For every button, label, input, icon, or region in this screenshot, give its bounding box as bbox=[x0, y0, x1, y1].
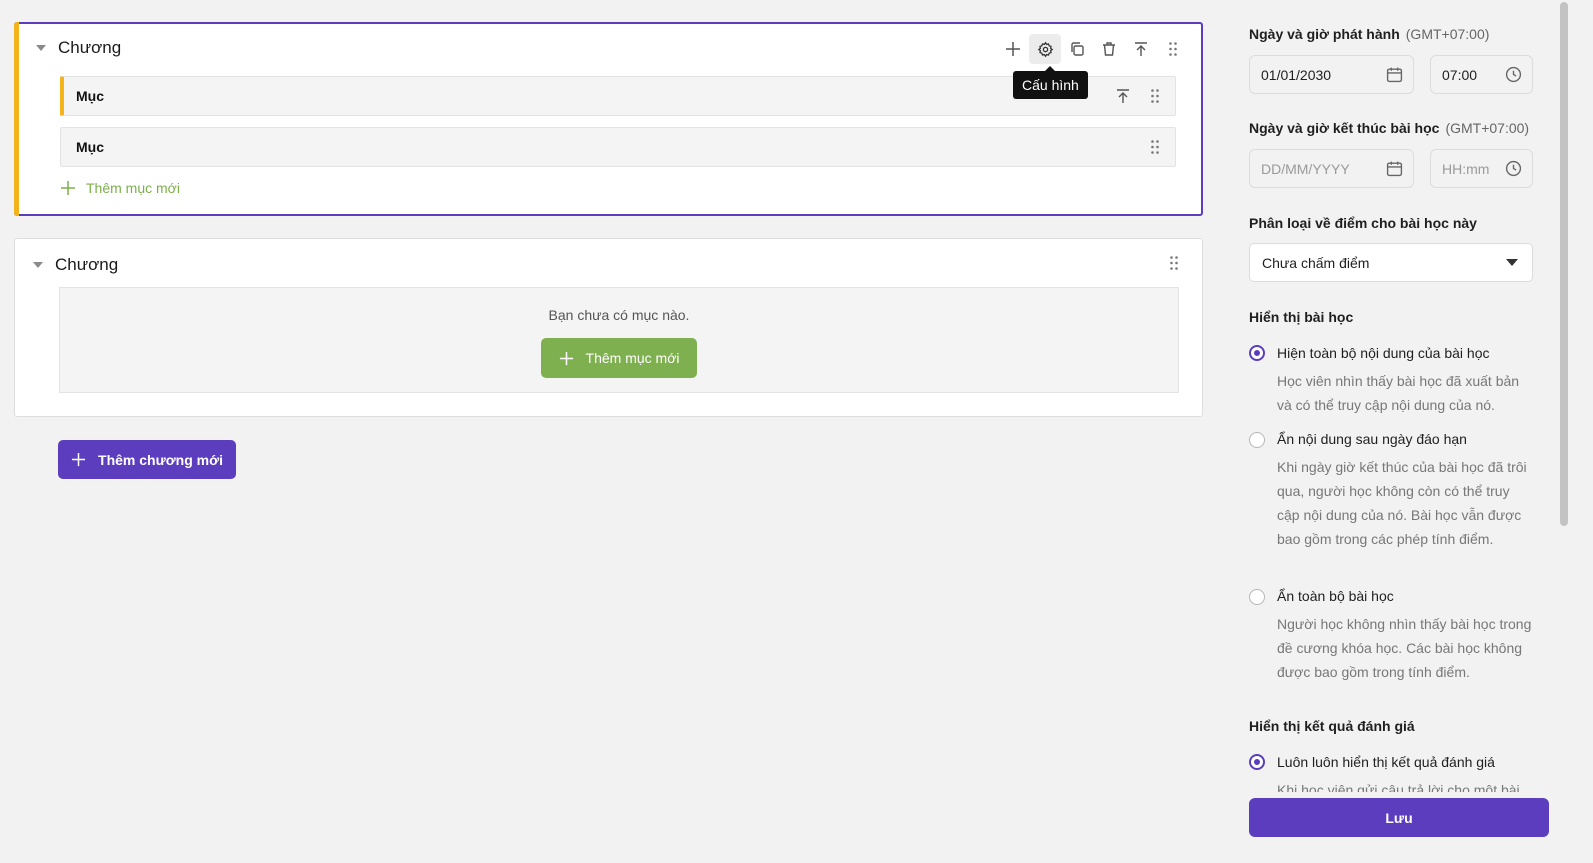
add-item-button[interactable]: Thêm mục mới bbox=[541, 338, 697, 378]
item-toolbar bbox=[1139, 132, 1171, 162]
release-date-field[interactable]: 01/01/2030 bbox=[1249, 55, 1414, 94]
release-timezone: (GMT+07:00) bbox=[1405, 26, 1490, 42]
release-label-text: Ngày và giờ phát hành bbox=[1249, 26, 1400, 42]
plus-icon bbox=[559, 351, 573, 365]
end-time-placeholder: HH:mm bbox=[1442, 160, 1490, 177]
move-to-top-icon[interactable] bbox=[1107, 81, 1139, 111]
add-chapter-label: Thêm chương mới bbox=[98, 451, 223, 468]
grading-value: Chưa chấm điểm bbox=[1262, 254, 1370, 271]
release-time-value: 07:00 bbox=[1442, 66, 1478, 83]
collapse-caret-icon[interactable] bbox=[33, 262, 43, 268]
plus-icon bbox=[61, 181, 75, 195]
item-label: Mục bbox=[76, 139, 104, 155]
list-item[interactable]: Mục bbox=[60, 127, 1176, 167]
results-option-desc: Khi học viên gửi câu trả lời cho một bài bbox=[1277, 782, 1520, 792]
release-date-value: 01/01/2030 bbox=[1261, 66, 1332, 83]
visibility-option-title[interactable]: Ẩn toàn bộ bài học bbox=[1277, 588, 1394, 604]
trash-icon[interactable] bbox=[1093, 34, 1125, 64]
chapter-toolbar bbox=[1158, 248, 1190, 278]
settings-panel: Ngày và giờ phát hành (GMT+07:00) 01/01/2… bbox=[1249, 0, 1539, 792]
add-item-label: Thêm mục mới bbox=[86, 180, 180, 196]
drag-handle-icon[interactable] bbox=[1158, 248, 1190, 278]
visibility-option-desc: Học viên nhìn thấy bài học đã xuất bản v… bbox=[1277, 373, 1520, 413]
chevron-down-icon bbox=[1506, 259, 1518, 266]
settings-tooltip: Cấu hình bbox=[1013, 66, 1088, 99]
release-label: Ngày và giờ phát hành (GMT+07:00) bbox=[1249, 26, 1489, 42]
add-icon[interactable] bbox=[997, 34, 1029, 64]
visibility-option-title[interactable]: Hiện toàn bộ nội dung của bài học bbox=[1277, 345, 1490, 361]
calendar-icon[interactable] bbox=[1386, 66, 1403, 83]
visibility-radio-show-all[interactable] bbox=[1249, 345, 1265, 361]
item-label: Mục bbox=[76, 88, 104, 104]
end-time-field[interactable]: HH:mm bbox=[1430, 149, 1533, 188]
chapter-card: Chương Mục Mục Thêm mục mới bbox=[14, 22, 1203, 216]
drag-handle-icon[interactable] bbox=[1139, 132, 1171, 162]
plus-icon bbox=[71, 452, 86, 467]
visibility-label: Hiển thị bài học bbox=[1249, 309, 1354, 325]
chapter-title[interactable]: Chương bbox=[55, 255, 118, 275]
list-item[interactable]: Mục bbox=[60, 76, 1176, 116]
add-chapter-button[interactable]: Thêm chương mới bbox=[58, 440, 236, 479]
visibility-radio-hide-all[interactable] bbox=[1249, 589, 1265, 605]
grading-select[interactable]: Chưa chấm điểm bbox=[1249, 243, 1533, 282]
end-date-field[interactable]: DD/MM/YYYY bbox=[1249, 149, 1414, 188]
add-item-link[interactable]: Thêm mục mới bbox=[60, 180, 180, 196]
chapter-header: Chương bbox=[36, 38, 121, 58]
collapse-caret-icon[interactable] bbox=[36, 45, 46, 51]
end-timezone: (GMT+07:00) bbox=[1445, 120, 1530, 136]
gear-icon[interactable] bbox=[1029, 34, 1061, 64]
release-time-field[interactable]: 07:00 bbox=[1430, 55, 1533, 94]
results-option-title[interactable]: Luôn luôn hiển thị kết quả đánh giá bbox=[1277, 754, 1495, 770]
visibility-option-desc: Khi ngày giờ kết thúc của bài học đã trô… bbox=[1277, 459, 1527, 547]
empty-text: Bạn chưa có mục nào. bbox=[548, 307, 690, 323]
calendar-icon[interactable] bbox=[1386, 160, 1403, 177]
item-toolbar bbox=[1107, 81, 1171, 111]
end-label-text: Ngày và giờ kết thúc bài học bbox=[1249, 120, 1440, 136]
clock-icon[interactable] bbox=[1505, 160, 1522, 177]
drag-handle-icon[interactable] bbox=[1139, 81, 1171, 111]
end-date-placeholder: DD/MM/YYYY bbox=[1261, 160, 1350, 177]
results-label: Hiển thị kết quả đánh giá bbox=[1249, 718, 1415, 734]
visibility-option-title[interactable]: Ẩn nội dung sau ngày đáo hạn bbox=[1277, 431, 1467, 447]
end-label: Ngày và giờ kết thúc bài học (GMT+07:00) bbox=[1249, 120, 1529, 136]
chapter-title[interactable]: Chương bbox=[58, 38, 121, 58]
drag-handle-icon[interactable] bbox=[1157, 34, 1189, 64]
save-button[interactable]: Lưu bbox=[1249, 798, 1549, 837]
results-radio-always[interactable] bbox=[1249, 754, 1265, 770]
clock-icon[interactable] bbox=[1505, 66, 1522, 83]
empty-state: Bạn chưa có mục nào. Thêm mục mới bbox=[59, 287, 1179, 393]
chapter-card: Chương Bạn chưa có mục nào. Thêm mục mới bbox=[14, 238, 1203, 417]
scrollbar-thumb[interactable] bbox=[1560, 2, 1568, 526]
visibility-radio-hide-after-due[interactable] bbox=[1249, 432, 1265, 448]
chapter-header: Chương bbox=[33, 255, 118, 275]
duplicate-icon[interactable] bbox=[1061, 34, 1093, 64]
move-to-top-icon[interactable] bbox=[1125, 34, 1157, 64]
grading-label: Phân loại về điểm cho bài học này bbox=[1249, 215, 1477, 231]
active-accent-bar bbox=[14, 22, 19, 216]
add-item-button-label: Thêm mục mới bbox=[585, 350, 680, 366]
visibility-option-desc: Người học không nhìn thấy bài học trong … bbox=[1277, 616, 1532, 680]
chapter-toolbar bbox=[997, 34, 1189, 64]
